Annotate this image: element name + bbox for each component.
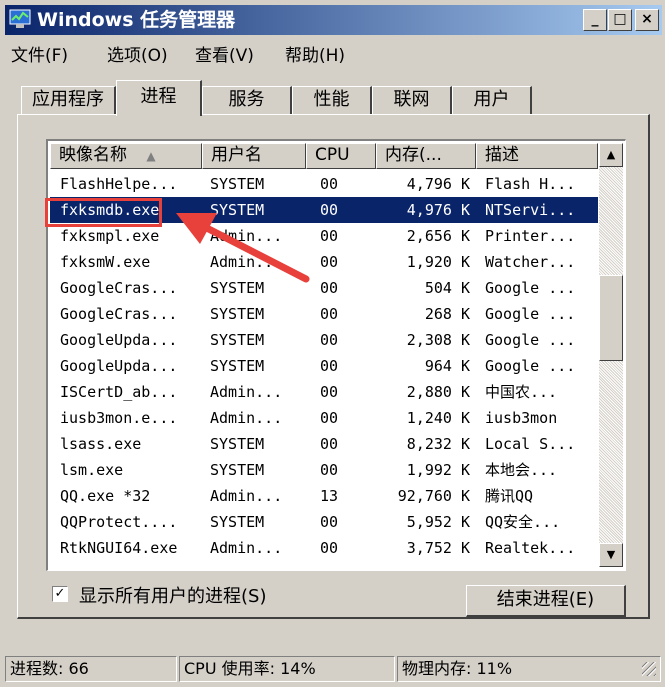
- tab-processes[interactable]: 进程: [116, 80, 202, 116]
- annotation-arrow-icon: [176, 213, 310, 283]
- task-manager-window: Windows 任务管理器 _ □ × 文件(F) 选项(O) 查看(V) 帮助…: [0, 0, 665, 687]
